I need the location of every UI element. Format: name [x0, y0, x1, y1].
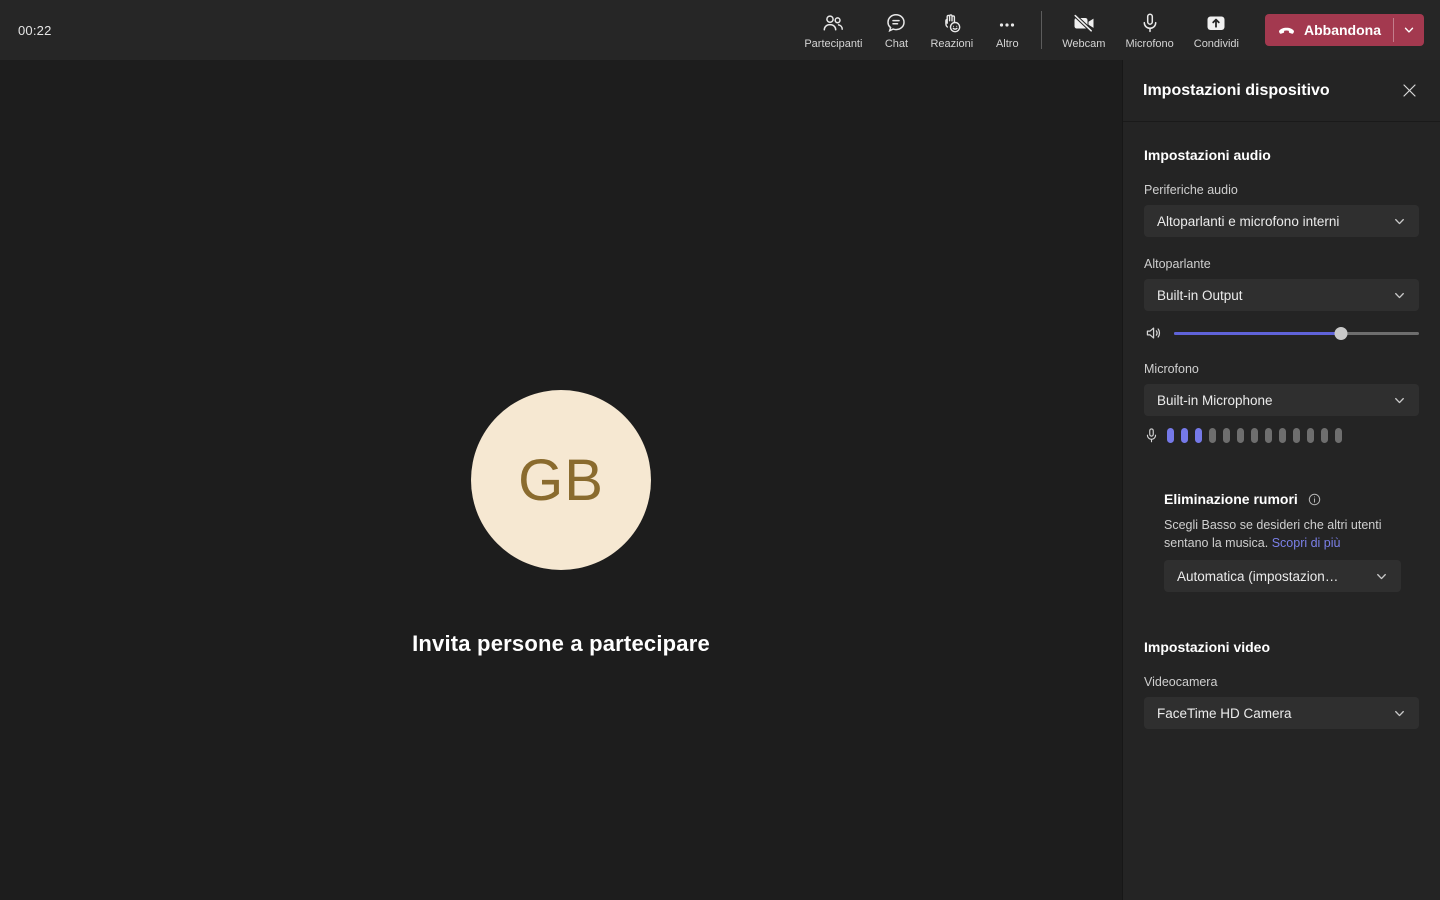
- participants-icon: [821, 11, 845, 35]
- mic-level-bar: [1195, 427, 1202, 443]
- top-bar: 00:22 Partecipanti Chat Reazioni Altro W…: [0, 0, 1440, 60]
- toolbar-divider: [1041, 11, 1043, 49]
- camera-label: Videocamera: [1144, 675, 1218, 689]
- learn-more-link[interactable]: Scopri di più: [1272, 536, 1341, 550]
- main-area: GB Invita persone a partecipare Impostaz…: [0, 60, 1440, 900]
- chat-label: Chat: [884, 37, 909, 50]
- microphone-label: Microfono: [1125, 37, 1174, 50]
- panel-header: Impostazioni dispositivo: [1123, 60, 1440, 122]
- chevron-down-icon: [1392, 288, 1407, 303]
- volume-slider-fill: [1174, 332, 1341, 335]
- noise-suppression-select[interactable]: Automatica (impostazion…: [1164, 560, 1401, 592]
- noise-suppression-value: Automatica (impostazion…: [1177, 568, 1339, 584]
- more-label: Altro: [995, 37, 1019, 50]
- mic-level-bar: [1279, 427, 1286, 443]
- panel-body: Impostazioni audio Periferiche audio Alt…: [1123, 122, 1440, 900]
- leave-label: Abbandona: [1304, 22, 1381, 38]
- share-screen-icon: [1204, 11, 1228, 35]
- chevron-down-icon: [1392, 214, 1407, 229]
- mic-level-bar: [1293, 427, 1300, 443]
- audio-settings-heading: Impostazioni audio: [1144, 147, 1271, 163]
- close-icon: [1401, 82, 1418, 99]
- mic-label: Microfono: [1144, 362, 1199, 376]
- leave-button[interactable]: Abbandona: [1265, 14, 1393, 46]
- speaker-volume-icon: [1144, 323, 1166, 343]
- camera-select[interactable]: FaceTime HD Camera: [1144, 697, 1419, 729]
- mic-level-row: [1144, 427, 1419, 443]
- participants-label: Partecipanti: [804, 37, 863, 50]
- chevron-down-icon: [1374, 569, 1389, 584]
- mic-level-bar: [1181, 427, 1188, 443]
- meeting-stage: GB Invita persone a partecipare: [0, 60, 1122, 900]
- participants-button[interactable]: Partecipanti: [794, 0, 872, 60]
- mic-level-bar: [1167, 427, 1174, 443]
- avatar: GB: [471, 390, 651, 570]
- chat-button[interactable]: Chat: [872, 0, 920, 60]
- webcam-off-icon: [1071, 11, 1097, 35]
- meeting-toolbar: Partecipanti Chat Reazioni Altro Webcam …: [794, 0, 1424, 60]
- webcam-toggle-button[interactable]: Webcam: [1052, 0, 1115, 60]
- mic-level-bar: [1307, 427, 1314, 443]
- more-icon: [995, 11, 1019, 35]
- share-label: Condividi: [1193, 37, 1239, 50]
- mic-level-icon: [1144, 427, 1160, 444]
- close-panel-button[interactable]: [1396, 78, 1422, 104]
- mic-level-bar: [1237, 427, 1244, 443]
- mic-level-bar: [1251, 427, 1258, 443]
- hangup-icon: [1277, 21, 1296, 40]
- share-button[interactable]: Condividi: [1184, 0, 1249, 60]
- video-settings-section: Impostazioni video Videocamera FaceTime …: [1144, 639, 1419, 729]
- noise-suppression-heading: Eliminazione rumori: [1164, 491, 1298, 507]
- invite-people-text: Invita persone a partecipare: [412, 631, 710, 656]
- noise-suppression-description: Scegli Basso se desideri che altri utent…: [1164, 516, 1406, 552]
- microphone-toggle-button[interactable]: Microfono: [1115, 0, 1183, 60]
- chat-icon: [884, 11, 908, 35]
- volume-slider[interactable]: [1174, 323, 1419, 343]
- speaker-select[interactable]: Built-in Output: [1144, 279, 1419, 311]
- panel-title: Impostazioni dispositivo: [1143, 81, 1330, 99]
- leave-button-group: Abbandona: [1265, 14, 1424, 46]
- microphone-icon: [1138, 11, 1162, 35]
- mic-level-bar: [1265, 427, 1272, 443]
- mic-level-bar: [1321, 427, 1328, 443]
- audio-devices-label: Periferiche audio: [1144, 183, 1238, 197]
- mic-select[interactable]: Built-in Microphone: [1144, 384, 1419, 416]
- mic-level-bar: [1209, 427, 1216, 443]
- more-button[interactable]: Altro: [983, 0, 1031, 60]
- audio-devices-select[interactable]: Altoparlanti e microfono interni: [1144, 205, 1419, 237]
- webcam-label: Webcam: [1062, 37, 1106, 50]
- chevron-down-icon: [1392, 393, 1407, 408]
- speaker-label: Altoparlante: [1144, 257, 1211, 271]
- info-icon[interactable]: [1308, 493, 1321, 506]
- camera-value: FaceTime HD Camera: [1157, 705, 1292, 721]
- mic-level-bars: [1167, 427, 1342, 443]
- speaker-value: Built-in Output: [1157, 287, 1243, 303]
- audio-devices-value: Altoparlanti e microfono interni: [1157, 213, 1340, 229]
- leave-options-button[interactable]: [1394, 14, 1424, 46]
- meeting-window: 00:22 Partecipanti Chat Reazioni Altro W…: [0, 0, 1440, 900]
- mic-level-bar: [1335, 427, 1342, 443]
- reactions-label: Reazioni: [930, 37, 974, 50]
- chevron-down-icon: [1392, 706, 1407, 721]
- volume-row: [1144, 323, 1419, 343]
- reactions-button[interactable]: Reazioni: [920, 0, 983, 60]
- mic-value: Built-in Microphone: [1157, 392, 1273, 408]
- noise-suppression-section: Eliminazione rumori Scegli Basso se desi…: [1144, 491, 1419, 592]
- device-settings-panel: Impostazioni dispositivo Impostazioni au…: [1122, 60, 1440, 900]
- video-settings-heading: Impostazioni video: [1144, 639, 1271, 655]
- reactions-icon: [940, 11, 964, 35]
- chevron-down-icon: [1402, 23, 1416, 37]
- noise-title-row: Eliminazione rumori: [1164, 491, 1419, 507]
- volume-slider-thumb[interactable]: [1334, 327, 1348, 340]
- mic-level-bar: [1223, 427, 1230, 443]
- meeting-timer: 00:22: [18, 22, 52, 38]
